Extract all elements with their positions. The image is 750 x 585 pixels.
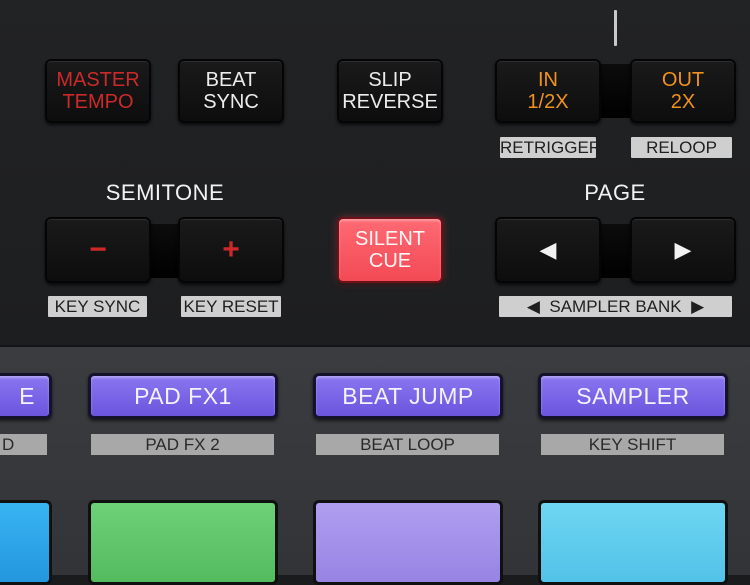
page-title: PAGE bbox=[584, 180, 646, 205]
plus-icon: + bbox=[222, 233, 240, 266]
minus-icon: − bbox=[89, 233, 107, 266]
right-arrow-icon: ▶ bbox=[674, 237, 692, 262]
loop-out-line2: 2X bbox=[670, 91, 696, 113]
beat-loop-label: BEAT LOOP bbox=[316, 434, 499, 455]
reloop-label: RELOOP bbox=[631, 137, 732, 158]
key-reset-label: KEY RESET bbox=[181, 296, 281, 317]
semitone-minus-button[interactable]: − bbox=[45, 217, 151, 283]
loop-in-line1: IN bbox=[538, 69, 558, 91]
performance-pad-4[interactable] bbox=[538, 500, 728, 585]
performance-pad-3[interactable] bbox=[313, 500, 503, 585]
loop-out-line1: OUT bbox=[661, 69, 705, 91]
performance-pad-1[interactable] bbox=[0, 500, 52, 585]
pad-mode-label-partial: D bbox=[0, 434, 47, 455]
loop-out-button[interactable]: OUT 2X bbox=[630, 59, 736, 123]
master-tempo-button[interactable]: MASTER TEMPO bbox=[45, 59, 151, 123]
master-tempo-line1: MASTER bbox=[56, 69, 140, 91]
semitone-title: SEMITONE bbox=[105, 180, 225, 205]
key-shift-label: KEY SHIFT bbox=[541, 434, 724, 455]
slip-reverse-line2: REVERSE bbox=[342, 91, 438, 113]
semitone-plus-button[interactable]: + bbox=[178, 217, 284, 283]
sampler-bank-label: ◀ SAMPLER BANK ▶ bbox=[499, 296, 732, 317]
key-sync-label: KEY SYNC bbox=[48, 296, 147, 317]
silent-cue-line1: SILENT bbox=[354, 228, 426, 250]
beat-sync-button[interactable]: BEAT SYNC bbox=[178, 59, 284, 123]
tempo-indicator-line bbox=[614, 10, 617, 46]
page-prev-button[interactable]: ◀ bbox=[495, 217, 601, 283]
master-tempo-line2: TEMPO bbox=[62, 91, 134, 113]
top-control-panel bbox=[0, 0, 750, 345]
sampler-button[interactable]: SAMPLER bbox=[538, 373, 728, 419]
silent-cue-button[interactable]: SILENT CUE bbox=[337, 217, 443, 283]
pad-mode-button-partial[interactable]: E bbox=[0, 373, 52, 419]
performance-pad-2[interactable] bbox=[88, 500, 278, 585]
beat-jump-button[interactable]: BEAT JUMP bbox=[313, 373, 503, 419]
page-next-button[interactable]: ▶ bbox=[630, 217, 736, 283]
pad-fx1-button[interactable]: PAD FX1 bbox=[88, 373, 278, 419]
loop-in-button[interactable]: IN 1/2X bbox=[495, 59, 601, 123]
silent-cue-line2: CUE bbox=[368, 250, 412, 272]
slip-reverse-button[interactable]: SLIP REVERSE bbox=[337, 59, 443, 123]
beat-sync-line1: BEAT bbox=[205, 69, 257, 91]
slip-reverse-line1: SLIP bbox=[368, 69, 412, 91]
beat-sync-line2: SYNC bbox=[203, 91, 259, 113]
pad-fx2-label: PAD FX 2 bbox=[91, 434, 274, 455]
left-arrow-icon: ◀ bbox=[539, 237, 557, 262]
loop-in-line2: 1/2X bbox=[527, 91, 569, 113]
retrigger-label: RETRIGGER bbox=[500, 137, 602, 158]
